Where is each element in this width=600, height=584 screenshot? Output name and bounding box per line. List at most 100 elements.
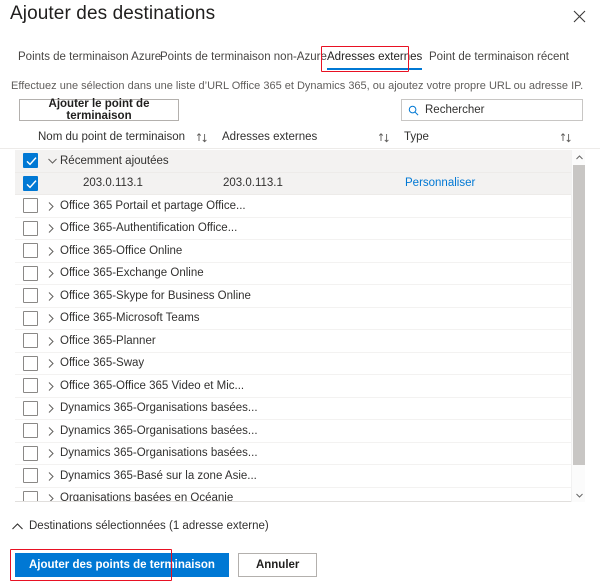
search-input[interactable] <box>425 100 579 120</box>
table-row[interactable]: Dynamics 365-Organisations basées... <box>15 398 585 421</box>
table-row[interactable]: Office 365-Microsoft Teams <box>15 308 585 331</box>
table-row[interactable]: Dynamics 365-Basé sur la zone Asie... <box>15 465 585 488</box>
add-endpoint-button[interactable]: Ajouter le point de terminaison <box>19 98 179 122</box>
active-tab-underline <box>327 68 423 70</box>
table-row[interactable]: Office 365-Authentification Office... <box>15 218 585 241</box>
chevron-right-icon[interactable] <box>48 443 54 466</box>
row-checkbox[interactable] <box>23 423 38 438</box>
table-row[interactable]: Office 365-Sway <box>15 353 585 376</box>
table-row[interactable]: Office 365-Office 365 Video et Mic... <box>15 375 585 398</box>
chevron-right-icon[interactable] <box>48 263 54 286</box>
row-checkbox[interactable] <box>23 310 38 326</box>
endpoint-list[interactable]: Récemment ajoutées 203.0.113.1 203.0.113.1… <box>15 150 585 502</box>
sort-icon-endpoint-name[interactable] <box>196 132 208 144</box>
chevron-glyph <box>48 201 54 211</box>
tab-label: Adresses externes <box>327 51 423 63</box>
chevron-right-icon[interactable] <box>48 375 54 398</box>
chevron-right-icon[interactable] <box>48 218 54 241</box>
tab-label: Points de terminaison non-Azure <box>160 51 327 63</box>
sort-icon-type[interactable] <box>560 132 572 144</box>
sort-icon-external-addresses[interactable] <box>378 132 390 144</box>
table-row[interactable]: Récemment ajoutées <box>15 150 585 173</box>
chevron-glyph <box>48 359 54 369</box>
tab-recent-endpoint[interactable]: Point de terminaison récent <box>427 48 571 70</box>
chevron-right-icon[interactable] <box>48 353 54 376</box>
cell-endpoint-name: Office 365-Microsoft Teams <box>60 312 200 325</box>
search-box[interactable] <box>401 99 583 121</box>
column-header-external-addresses[interactable]: Adresses externes <box>222 131 317 143</box>
chevron-glyph <box>48 246 54 256</box>
chevron-right-icon[interactable] <box>48 465 54 488</box>
table-row[interactable]: Office 365-Exchange Online <box>15 263 585 286</box>
chevron-glyph <box>48 336 54 346</box>
cell-endpoint-name: Dynamics 365-Organisations basées... <box>60 424 258 437</box>
add-endpoints-button[interactable]: Ajouter des points de terminaison <box>15 553 229 577</box>
chevron-right-icon[interactable] <box>48 308 54 331</box>
cell-endpoint-name: Office 365-Authentification Office... <box>60 222 238 235</box>
row-checkbox[interactable] <box>23 378 38 393</box>
table-row[interactable]: Office 365-Skype for Business Online <box>15 285 585 308</box>
row-checkbox[interactable] <box>23 468 38 483</box>
chevron-right-icon[interactable] <box>48 420 54 443</box>
row-checkbox[interactable] <box>23 355 38 371</box>
chevron-glyph <box>48 494 54 501</box>
chevron-glyph <box>48 449 54 459</box>
chevron-glyph <box>48 269 54 279</box>
chevron-right-icon[interactable] <box>48 195 54 218</box>
cell-endpoint-name: Dynamics 365-Organisations basées... <box>60 447 258 460</box>
cell-type-link[interactable]: Personnaliser <box>405 177 475 189</box>
chevron-right-icon[interactable] <box>48 285 54 308</box>
cell-endpoint-name: Office 365-Office Online <box>60 244 183 257</box>
chevron-glyph <box>48 224 54 234</box>
chevron-right-icon[interactable] <box>48 488 54 501</box>
table-row[interactable]: Organisations basées en Océanie <box>15 488 585 501</box>
chevron-glyph <box>48 471 54 481</box>
cell-endpoint-name: Dynamics 365-Organisations basées... <box>60 402 258 415</box>
row-checkbox[interactable] <box>23 490 38 501</box>
chevron-right-icon[interactable] <box>48 398 54 421</box>
row-checkbox[interactable] <box>23 198 38 213</box>
list-scrollbar[interactable] <box>571 150 585 502</box>
row-checkbox[interactable] <box>23 265 38 281</box>
table-row[interactable]: Office 365 Portail et partage Office... <box>15 195 585 218</box>
row-checkbox[interactable] <box>23 400 38 416</box>
tab-bar: Points de terminaison Azure Points de te… <box>0 48 600 74</box>
cell-endpoint-name: Office 365 Portail et partage Office... <box>60 199 246 212</box>
table-row[interactable]: Dynamics 365-Organisations basées... <box>15 420 585 443</box>
column-header-type[interactable]: Type <box>404 131 429 143</box>
scrollbar-thumb[interactable] <box>573 165 585 465</box>
chevron-glyph <box>48 314 54 324</box>
selected-destinations-summary[interactable]: Destinations sélectionnées (1 adresse ex… <box>12 520 269 532</box>
tab-external-addresses[interactable]: Adresses externes <box>325 48 424 70</box>
cancel-button[interactable]: Annuler <box>237 553 318 577</box>
row-checkbox[interactable] <box>23 445 38 461</box>
close-icon[interactable] <box>566 5 592 27</box>
table-row[interactable]: Dynamics 365-Organisations basées... <box>15 443 585 466</box>
row-checkbox-checked[interactable] <box>23 153 38 168</box>
row-checkbox[interactable] <box>23 243 38 258</box>
table-row[interactable]: 203.0.113.1 203.0.113.1 Personnaliser <box>15 172 585 195</box>
scroll-down-icon[interactable] <box>572 488 586 502</box>
row-checkbox[interactable] <box>23 333 38 348</box>
cell-endpoint-name: Office 365-Exchange Online <box>60 267 204 280</box>
chevron-down-icon[interactable] <box>48 150 57 173</box>
chevron-up-icon <box>12 522 23 529</box>
cell-endpoint-name: Dynamics 365-Basé sur la zone Asie... <box>60 469 257 482</box>
table-row[interactable]: Office 365-Planner <box>15 330 585 353</box>
chevron-glyph <box>48 381 54 391</box>
chevron-glyph <box>48 426 54 436</box>
row-checkbox-checked[interactable] <box>23 175 38 191</box>
row-checkbox[interactable] <box>23 288 38 303</box>
table-row[interactable]: Office 365-Office Online <box>15 240 585 263</box>
scroll-up-icon[interactable] <box>572 150 586 164</box>
chevron-right-icon[interactable] <box>48 330 54 353</box>
row-checkbox[interactable] <box>23 220 38 236</box>
tab-azure-endpoints[interactable]: Points de terminaison Azure <box>16 48 163 70</box>
tab-non-azure-endpoints[interactable]: Points de terminaison non-Azure <box>158 48 329 70</box>
column-header-endpoint-name[interactable]: Nom du point de terminaison <box>38 131 185 143</box>
chevron-glyph <box>48 291 54 301</box>
table-header: Nom du point de terminaison Adresses ext… <box>0 129 600 149</box>
chevron-right-icon[interactable] <box>48 240 54 263</box>
chevron-glyph <box>48 404 54 414</box>
selected-destinations-label: Destinations sélectionnées (1 adresse ex… <box>29 520 269 532</box>
